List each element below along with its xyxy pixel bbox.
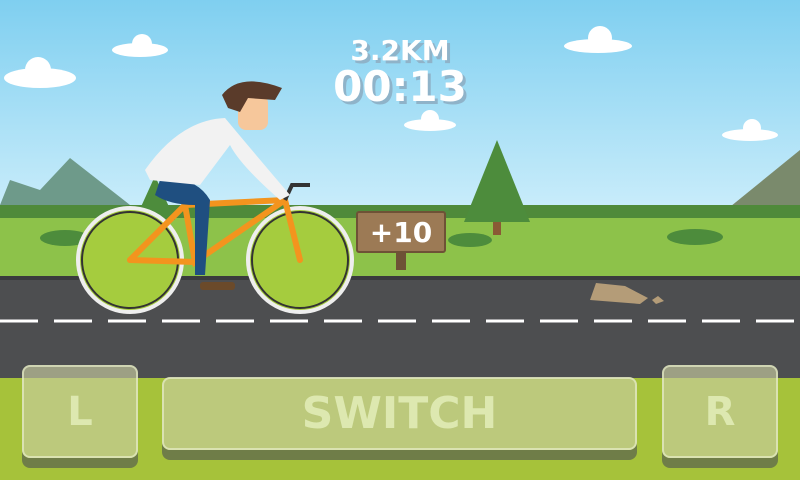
left-button[interactable]: L xyxy=(22,365,138,458)
sign-post xyxy=(396,250,406,270)
switch-button[interactable]: SWITCH xyxy=(162,377,637,450)
bonus-sign: +10 xyxy=(356,211,446,253)
timer-display: 00:13 xyxy=(333,62,467,111)
right-button[interactable]: R xyxy=(662,365,778,458)
